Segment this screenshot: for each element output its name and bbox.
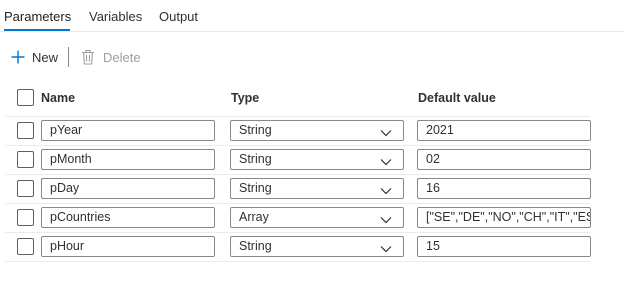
new-button-label: New xyxy=(32,49,59,65)
parameter-name-input[interactable]: pDay xyxy=(41,178,215,199)
header-type: Type xyxy=(231,91,260,105)
row-divider xyxy=(5,174,590,175)
tab-variables[interactable]: Variables xyxy=(89,9,142,24)
row-checkbox[interactable] xyxy=(17,151,34,168)
toolbar-divider xyxy=(68,47,69,67)
parameter-type-dropdown[interactable]: String xyxy=(230,149,404,170)
row-divider xyxy=(5,261,590,262)
toolbar: New Delete xyxy=(0,44,624,70)
parameter-type-dropdown[interactable]: String xyxy=(230,120,404,141)
parameter-default-value-input[interactable]: 15 xyxy=(417,236,591,257)
header-divider xyxy=(5,116,590,117)
parameter-type-value: Array xyxy=(239,210,269,224)
row-checkbox[interactable] xyxy=(17,209,34,226)
delete-button[interactable]: Delete xyxy=(81,44,141,70)
chevron-down-icon xyxy=(380,126,392,140)
parameter-name-input[interactable]: pCountries xyxy=(41,207,215,228)
row-checkbox[interactable] xyxy=(17,238,34,255)
parameter-default-value-input[interactable]: 2021 xyxy=(417,120,591,141)
parameter-name-input[interactable]: pMonth xyxy=(41,149,215,170)
tab-output[interactable]: Output xyxy=(159,9,198,24)
chevron-down-icon xyxy=(380,184,392,198)
parameter-type-value: String xyxy=(239,239,272,253)
row-divider xyxy=(5,145,590,146)
header-name: Name xyxy=(41,91,76,105)
parameter-name-input[interactable]: pYear xyxy=(41,120,215,141)
row-checkbox[interactable] xyxy=(17,180,34,197)
parameter-type-value: String xyxy=(239,152,272,166)
parameter-type-value: String xyxy=(239,181,272,195)
parameter-type-dropdown[interactable]: Array xyxy=(230,207,404,228)
delete-button-label: Delete xyxy=(103,49,141,65)
parameter-type-dropdown[interactable]: String xyxy=(230,178,404,199)
select-all-checkbox[interactable] xyxy=(17,89,34,106)
trash-icon xyxy=(81,49,95,65)
active-tab-indicator xyxy=(4,29,70,31)
tab-bar: Parameters Variables Output xyxy=(0,0,624,32)
parameter-name-input[interactable]: pHour xyxy=(41,236,215,257)
plus-icon xyxy=(10,49,26,65)
chevron-down-icon xyxy=(380,155,392,169)
chevron-down-icon xyxy=(380,242,392,256)
parameter-type-dropdown[interactable]: String xyxy=(230,236,404,257)
row-checkbox[interactable] xyxy=(17,122,34,139)
parameter-type-value: String xyxy=(239,123,272,137)
row-divider xyxy=(5,203,590,204)
parameter-default-value-input[interactable]: ["SE","DE","NO","CH","IT","ES", xyxy=(417,207,591,228)
tab-parameters[interactable]: Parameters xyxy=(4,9,71,24)
parameter-default-value-input[interactable]: 16 xyxy=(417,178,591,199)
row-divider xyxy=(5,232,590,233)
header-default-value: Default value xyxy=(418,91,496,105)
chevron-down-icon xyxy=(380,213,392,227)
parameter-default-value-input[interactable]: 02 xyxy=(417,149,591,170)
new-button[interactable]: New xyxy=(10,44,58,70)
